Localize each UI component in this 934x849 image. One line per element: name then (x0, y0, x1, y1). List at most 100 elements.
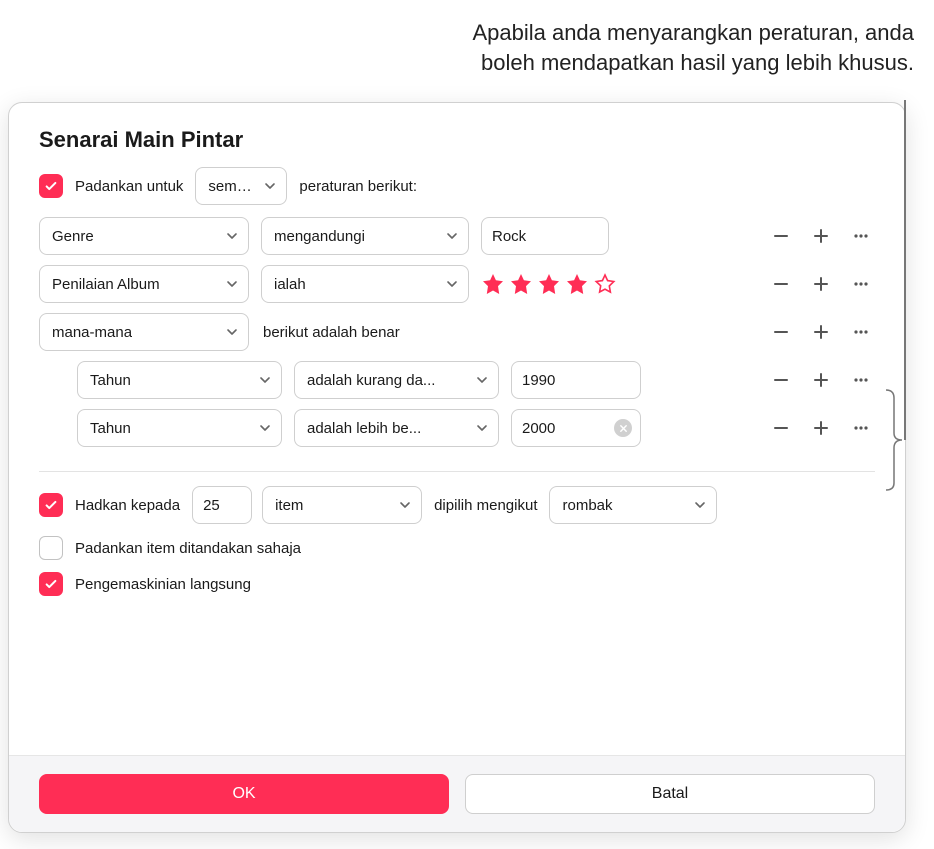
rule-field-select[interactable]: Tahun (77, 409, 282, 447)
annotation-caption: Apabila anda menyarangkan peraturan, and… (310, 18, 914, 77)
only-checked-checkbox[interactable] (39, 536, 63, 560)
add-rule-button[interactable] (807, 366, 835, 394)
ellipsis-icon (851, 418, 871, 438)
chevron-down-icon (694, 499, 706, 511)
star-rating[interactable] (481, 272, 617, 296)
remove-rule-button[interactable] (767, 318, 795, 346)
chevron-down-icon (399, 499, 411, 511)
rule-op-select[interactable]: adalah lebih be... (294, 409, 499, 447)
group-suffix-label: berikut adalah benar (261, 324, 402, 341)
rule-op-select[interactable]: adalah kurang da... (294, 361, 499, 399)
rule-op-value: adalah kurang da... (307, 372, 435, 389)
limit-label-mid: dipilih mengikut (432, 497, 539, 514)
minus-icon (771, 274, 791, 294)
live-update-label: Pengemaskinian langsung (73, 576, 253, 593)
live-update-row: Pengemaskinian langsung (39, 572, 875, 596)
dialog-footer: OK Batal (9, 755, 905, 832)
rule-value-text: Rock (492, 228, 526, 245)
limit-label-before: Hadkan kepada (73, 497, 182, 514)
more-button[interactable] (847, 318, 875, 346)
match-mode-select[interactable]: semua (195, 167, 287, 205)
only-checked-row: Padankan item ditandakan sahaja (39, 536, 875, 560)
add-rule-button[interactable] (807, 222, 835, 250)
rule-op-value: adalah lebih be... (307, 420, 421, 437)
ellipsis-icon (851, 322, 871, 342)
remove-rule-button[interactable] (767, 222, 795, 250)
limit-unit-select[interactable]: item (262, 486, 422, 524)
limit-by-select[interactable]: rombak (549, 486, 717, 524)
caption-line-1: Apabila anda menyarangkan peraturan, and… (472, 20, 914, 45)
rule-op-select[interactable]: ialah (261, 265, 469, 303)
match-label-after: peraturan berikut: (297, 178, 419, 195)
plus-icon (811, 226, 831, 246)
checkmark-icon (44, 498, 58, 512)
more-button[interactable] (847, 270, 875, 298)
rule-field-value: Tahun (90, 372, 131, 389)
ellipsis-icon (851, 370, 871, 390)
limit-value-text: 25 (203, 497, 220, 514)
plus-icon (811, 274, 831, 294)
chevron-down-icon (226, 278, 238, 290)
limit-value-input[interactable]: 25 (192, 486, 252, 524)
rule-value-input[interactable]: 2000 (511, 409, 641, 447)
more-button[interactable] (847, 366, 875, 394)
chevron-down-icon (476, 422, 488, 434)
rule-op-value: mengandungi (274, 228, 365, 245)
group-mode-value: mana-mana (52, 324, 132, 341)
match-label-before: Padankan untuk (73, 178, 185, 195)
chevron-down-icon (259, 422, 271, 434)
star-filled-icon (481, 272, 505, 296)
remove-rule-button[interactable] (767, 366, 795, 394)
minus-icon (771, 370, 791, 390)
more-button[interactable] (847, 414, 875, 442)
match-row: Padankan untuk semua peraturan berikut: (39, 167, 875, 205)
match-checkbox[interactable] (39, 174, 63, 198)
match-mode-value: semua (208, 178, 252, 195)
nested-rule-row-2: Tahun adalah lebih be... 2000 (77, 409, 875, 447)
only-checked-label: Padankan item ditandakan sahaja (73, 540, 303, 557)
more-button[interactable] (847, 222, 875, 250)
minus-icon (771, 418, 791, 438)
star-empty-icon (593, 272, 617, 296)
minus-icon (771, 226, 791, 246)
remove-rule-button[interactable] (767, 414, 795, 442)
rule-field-value: Penilaian Album (52, 276, 160, 293)
rule-row-2: Penilaian Album ialah (39, 265, 875, 303)
cancel-button[interactable]: Batal (465, 774, 875, 814)
add-rule-button[interactable] (807, 318, 835, 346)
live-update-checkbox[interactable] (39, 572, 63, 596)
limit-unit-value: item (275, 497, 303, 514)
chevron-down-icon (264, 180, 276, 192)
rule-field-select[interactable]: Tahun (77, 361, 282, 399)
rule-op-select[interactable]: mengandungi (261, 217, 469, 255)
add-rule-button[interactable] (807, 270, 835, 298)
rule-value-input[interactable]: Rock (481, 217, 609, 255)
clear-value-button[interactable] (614, 419, 632, 437)
minus-icon (771, 322, 791, 342)
caption-line-2: boleh mendapatkan hasil yang lebih khusu… (481, 50, 914, 75)
ok-button[interactable]: OK (39, 774, 449, 814)
add-rule-button[interactable] (807, 414, 835, 442)
star-filled-icon (509, 272, 533, 296)
ellipsis-icon (851, 226, 871, 246)
section-divider (39, 471, 875, 472)
rule-field-select[interactable]: Penilaian Album (39, 265, 249, 303)
callout-line (904, 100, 906, 440)
plus-icon (811, 322, 831, 342)
limit-checkbox[interactable] (39, 493, 63, 517)
rule-row-1: Genre mengandungi Rock (39, 217, 875, 255)
plus-icon (811, 370, 831, 390)
rule-group-header: mana-mana berikut adalah benar (39, 313, 875, 351)
group-mode-select[interactable]: mana-mana (39, 313, 249, 351)
rule-field-value: Genre (52, 228, 94, 245)
checkmark-icon (44, 577, 58, 591)
rule-field-select[interactable]: Genre (39, 217, 249, 255)
remove-rule-button[interactable] (767, 270, 795, 298)
chevron-down-icon (476, 374, 488, 386)
limit-by-value: rombak (562, 497, 612, 514)
rule-field-value: Tahun (90, 420, 131, 437)
rule-value-input[interactable]: 1990 (511, 361, 641, 399)
rule-value-text: 2000 (522, 420, 555, 437)
dialog-title: Senarai Main Pintar (39, 127, 875, 153)
chevron-down-icon (259, 374, 271, 386)
